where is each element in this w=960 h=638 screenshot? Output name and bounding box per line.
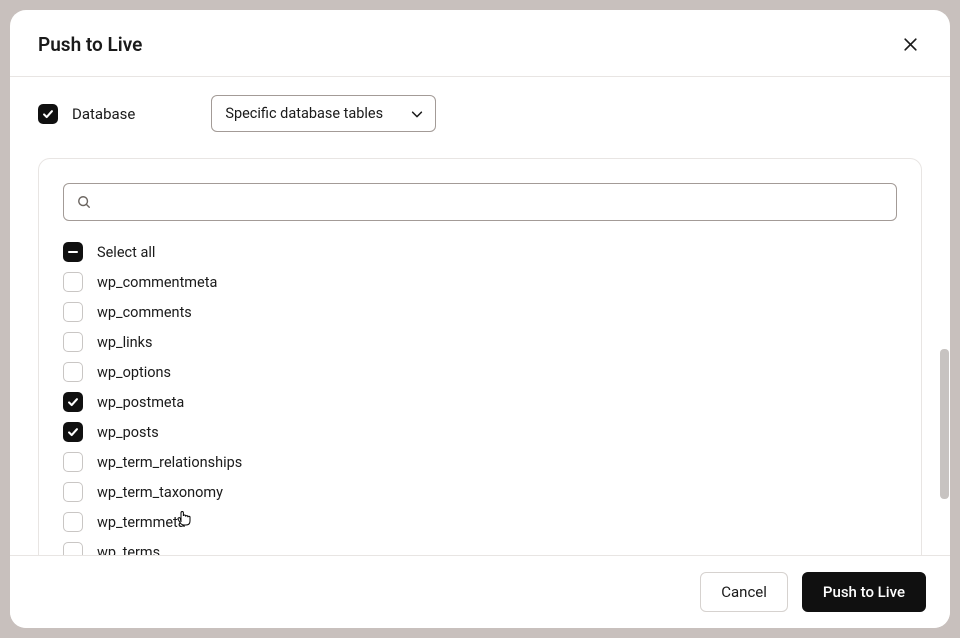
modal-footer: Cancel Push to Live [10,555,950,628]
select-value: Specific database tables [225,105,383,122]
check-icon [66,425,80,439]
cancel-button[interactable]: Cancel [700,572,788,612]
table-row[interactable]: wp_postmeta [63,387,897,417]
table-checkbox[interactable] [63,332,83,352]
table-name: wp_term_relationships [97,454,242,471]
table-name: wp_options [97,364,171,381]
table-row[interactable]: wp_terms [63,537,897,555]
database-label: Database [72,105,135,123]
table-row[interactable]: wp_posts [63,417,897,447]
search-icon [77,195,91,209]
database-checkbox[interactable] [38,104,58,124]
table-name: wp_posts [97,424,159,441]
modal-title: Push to Live [38,33,142,56]
tables-search-input[interactable] [63,183,897,221]
table-row[interactable]: wp_commentmeta [63,267,897,297]
table-row[interactable]: wp_links [63,327,897,357]
table-row[interactable]: wp_termmeta [63,507,897,537]
table-name: wp_termmeta [97,514,186,531]
table-name: wp_terms [97,544,160,556]
select-all-checkbox[interactable] [63,242,83,262]
table-name: wp_links [97,334,152,351]
table-row[interactable]: wp_term_relationships [63,447,897,477]
tables-panel: Select all wp_commentmeta wp_comments wp… [38,158,922,555]
table-name: wp_term_taxonomy [97,484,223,501]
tables-scope-select[interactable]: Specific database tables [211,95,436,132]
table-checkbox[interactable] [63,302,83,322]
table-checkbox[interactable] [63,452,83,472]
table-checkbox[interactable] [63,542,83,555]
table-name: wp_comments [97,304,192,321]
table-checkbox[interactable] [63,482,83,502]
database-row: Database Specific database tables [10,77,950,132]
modal-header: Push to Live [10,10,950,77]
close-button[interactable] [898,32,922,56]
table-checkbox[interactable] [63,512,83,532]
push-to-live-button[interactable]: Push to Live [802,572,926,612]
table-row[interactable]: wp_term_taxonomy [63,477,897,507]
table-checkbox[interactable] [63,422,83,442]
modal-body: Database Specific database tables [10,77,950,555]
select-all-row[interactable]: Select all [63,237,897,267]
push-to-live-modal: Push to Live Database Specific database … [10,10,950,628]
select-all-label: Select all [97,244,155,261]
table-name: wp_commentmeta [97,274,217,291]
tables-scope-select-wrap: Specific database tables [211,95,436,132]
table-name: wp_postmeta [97,394,184,411]
table-row[interactable]: wp_comments [63,297,897,327]
table-row[interactable]: wp_options [63,357,897,387]
close-icon [902,36,919,53]
table-checkbox[interactable] [63,272,83,292]
search-wrap [63,183,897,221]
table-checkbox[interactable] [63,362,83,382]
indeterminate-icon [68,251,78,254]
table-checkbox[interactable] [63,392,83,412]
check-icon [66,395,80,409]
scrollbar-thumb[interactable] [940,349,949,499]
check-icon [41,107,55,121]
